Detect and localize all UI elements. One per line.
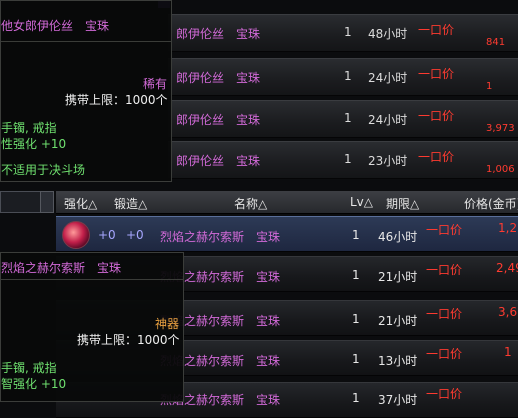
left-panel-tab[interactable]	[0, 191, 42, 213]
item-time: 21小时	[378, 270, 418, 284]
price-type: 一口价	[426, 387, 463, 401]
item-level: 1	[344, 152, 352, 166]
item-level: 1	[352, 352, 360, 366]
price-amount: 841	[486, 37, 506, 48]
item-time: 24小时	[368, 113, 408, 127]
tooltip-rarity: 神器	[155, 317, 180, 331]
table-row[interactable]: 郎伊伦丝 宝珠 1 48小时 一口价 841	[168, 14, 518, 52]
item-level: 1	[344, 111, 352, 125]
table-row[interactable]: +0 +0 烈焰之赫尔索斯 宝珠 1 46小时 一口价 1,2	[56, 216, 518, 252]
header-enhance[interactable]: 强化△	[64, 195, 97, 212]
table-header: 强化△ 锻造△ 名称△ Lv△ 期限△ 价格(金币)	[56, 191, 518, 214]
item-forge: +0	[126, 228, 144, 242]
price-type: 一口价	[418, 23, 455, 37]
price-amount: 2,49	[496, 261, 518, 275]
item-name: 郎伊伦丝 宝珠	[176, 154, 261, 168]
tooltip-slot: 手镯, 戒指	[1, 121, 57, 135]
scroll-button[interactable]	[40, 191, 54, 213]
header-name[interactable]: 名称△	[234, 195, 267, 212]
table-row[interactable]: 郎伊伦丝 宝珠 1 24小时 一口价 1	[168, 58, 518, 96]
item-level: 1	[352, 391, 360, 405]
tooltip-note: 不适用于决斗场	[1, 163, 86, 177]
item-time: 48小时	[368, 27, 408, 41]
header-duration[interactable]: 期限△	[386, 195, 419, 212]
item-name: 郎伊伦丝 宝珠	[176, 113, 261, 127]
item-time: 46小时	[378, 230, 418, 244]
price-type: 一口价	[426, 223, 463, 237]
item-time: 23小时	[368, 154, 408, 168]
table-row[interactable]: 郎伊伦丝 宝珠 1 23小时 一口价 1,006	[168, 141, 518, 179]
price-amount: 1	[504, 345, 512, 359]
tooltip-title: 他女郎伊伦丝 宝珠	[1, 19, 110, 33]
item-level: 1	[344, 25, 352, 39]
price-amount: 3,6	[498, 305, 518, 319]
divider	[1, 41, 171, 42]
item-name: 郎伊伦丝 宝珠	[176, 71, 261, 85]
tooltip-rarity: 稀有	[143, 77, 168, 91]
item-name: 郎伊伦丝 宝珠	[176, 27, 261, 41]
item-time: 13小时	[378, 354, 418, 368]
table-row[interactable]: 郎伊伦丝 宝珠 1 24小时 一口价 3,973	[168, 100, 518, 138]
price-type: 一口价	[426, 263, 463, 277]
item-tooltip: 他女郎伊伦丝 宝珠 稀有 携带上限：1000个 手镯, 戒指 性强化 +10 不…	[0, 0, 172, 182]
item-icon	[62, 221, 90, 249]
item-level: 1	[352, 268, 360, 282]
divider	[1, 279, 183, 280]
price-amount: 1,2	[498, 221, 518, 235]
price-type: 一口价	[418, 109, 455, 123]
tooltip-slot: 手镯, 戒指	[1, 361, 57, 375]
price-type: 一口价	[418, 67, 455, 81]
header-lv[interactable]: Lv△	[350, 195, 373, 209]
item-enhance: +0	[98, 228, 116, 242]
item-time: 24小时	[368, 71, 408, 85]
tooltip-title: 烈焰之赫尔索斯 宝珠	[1, 261, 122, 275]
item-level: 1	[352, 312, 360, 326]
item-tooltip: 烈焰之赫尔索斯 宝珠 神器 携带上限：1000个 手镯, 戒指 智强化 +10	[0, 252, 184, 402]
price-amount: 1	[486, 81, 493, 92]
header-forge[interactable]: 锻造△	[114, 195, 147, 212]
tooltip-carry-limit: 携带上限：1000个	[65, 93, 168, 107]
price-type: 一口价	[418, 150, 455, 164]
price-type: 一口价	[426, 307, 463, 321]
item-level: 1	[344, 69, 352, 83]
price-amount: 3,973	[486, 123, 515, 134]
price-type: 一口价	[426, 347, 463, 361]
item-name: 烈焰之赫尔索斯 宝珠	[160, 230, 281, 244]
tooltip-effect: 性强化 +10	[1, 137, 67, 151]
tooltip-carry-limit: 携带上限：1000个	[77, 333, 180, 347]
tooltip-effect: 智强化 +10	[1, 377, 67, 391]
item-level: 1	[352, 228, 360, 242]
item-time: 21小时	[378, 314, 418, 328]
price-amount: 1,006	[486, 164, 515, 175]
header-price[interactable]: 价格(金币)	[464, 195, 518, 212]
